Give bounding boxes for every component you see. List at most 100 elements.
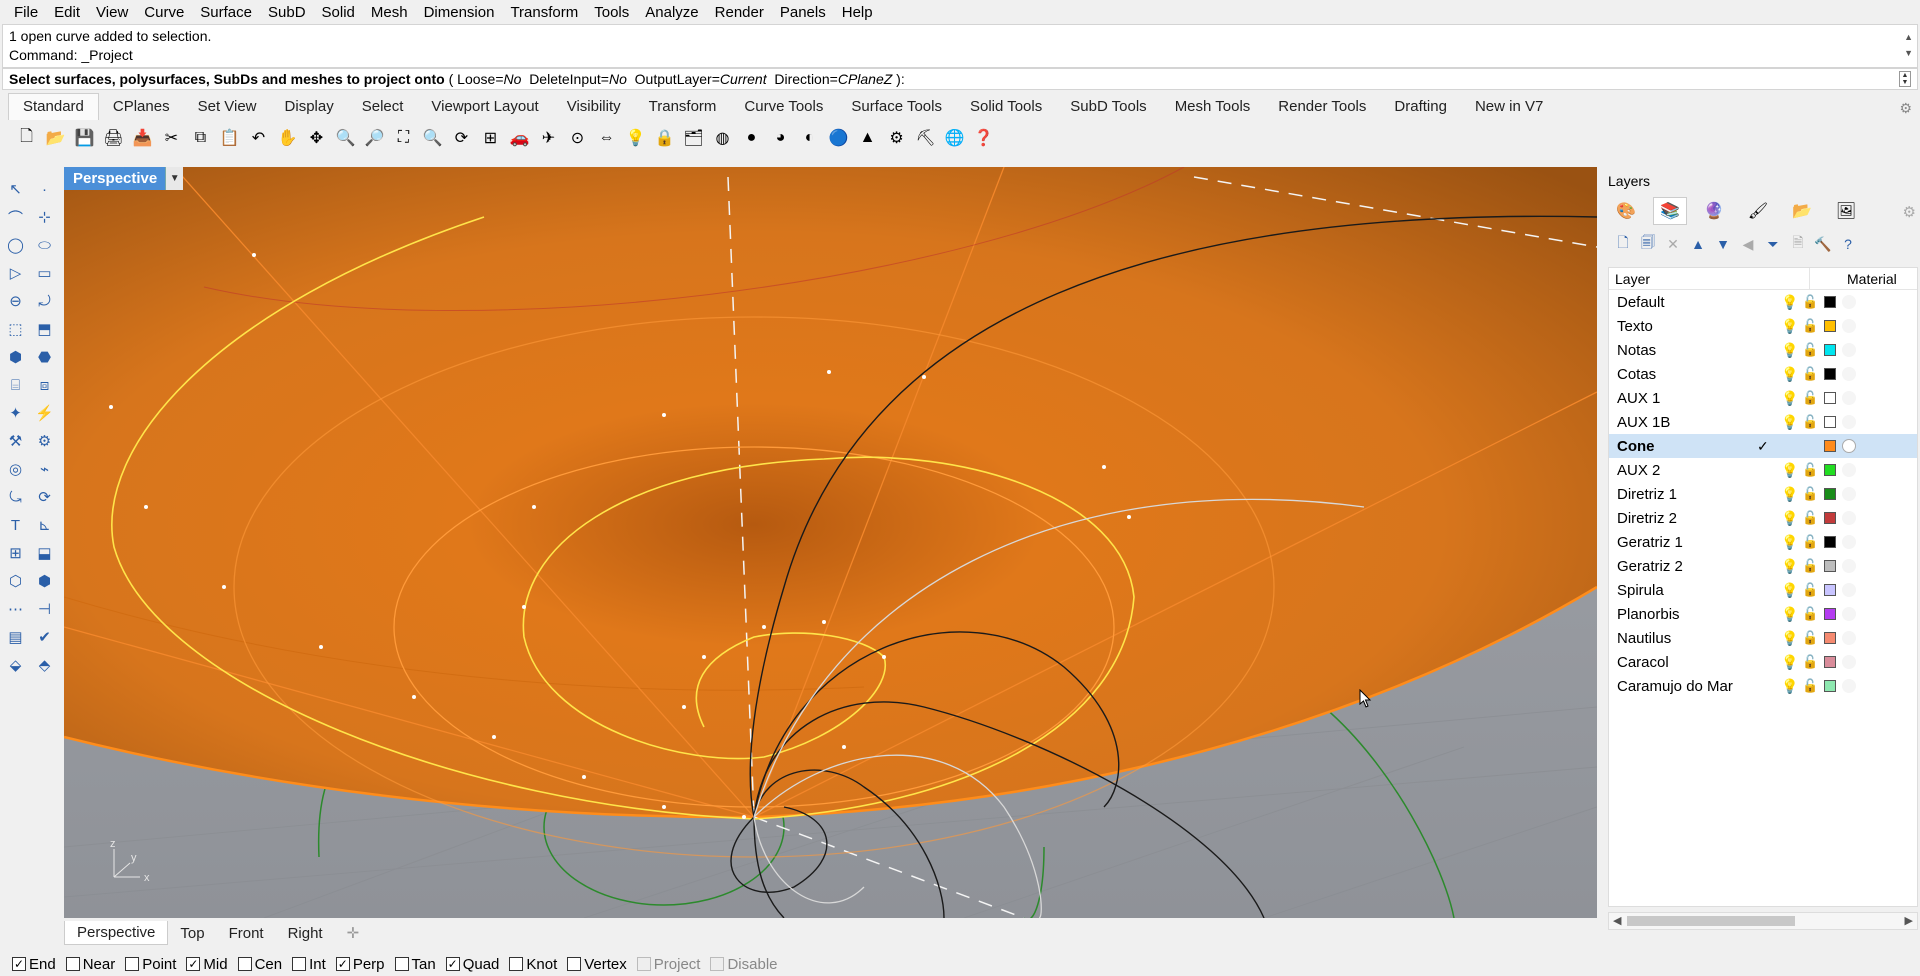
layer-name[interactable]: Cotas xyxy=(1609,366,1769,383)
sphere-shaded-icon[interactable]: ● xyxy=(739,126,764,151)
palette-tool-16-0-icon[interactable]: ▤ xyxy=(2,624,29,650)
visibility-bulb-icon[interactable]: 💡 xyxy=(1781,510,1798,527)
visibility-bulb-icon[interactable]: 💡 xyxy=(1781,366,1798,383)
tab-visibility[interactable]: Visibility xyxy=(553,94,635,120)
copy-icon[interactable]: ⧉ xyxy=(188,126,213,151)
perspective-viewport[interactable]: Perspective ▼ z y x xyxy=(64,167,1597,918)
import-icon[interactable]: 📥 xyxy=(130,126,155,151)
layer-color-swatch[interactable] xyxy=(1824,368,1836,380)
layer-material-icon[interactable] xyxy=(1842,679,1856,693)
viewport-menu-arrow-icon[interactable]: ▼ xyxy=(165,167,184,190)
palette-tool-8-1-icon[interactable]: ⚡ xyxy=(31,400,58,426)
layer-color-swatch[interactable] xyxy=(1824,584,1836,596)
lock-icon[interactable]: 🔓 xyxy=(1802,366,1818,382)
palette-tool-15-0-icon[interactable]: ⋯ xyxy=(2,596,29,622)
osnap-tan[interactable]: Tan xyxy=(394,956,436,973)
osnap-mid-checkbox[interactable]: ✓ xyxy=(186,957,201,971)
paste-icon[interactable]: 📋 xyxy=(217,126,242,151)
visibility-bulb-icon[interactable]: 💡 xyxy=(1781,294,1798,311)
materials-tab-icon[interactable]: 🖌 xyxy=(1741,197,1775,225)
rotate-view-icon[interactable]: ⟳ xyxy=(449,126,474,151)
column-material[interactable]: Material xyxy=(1841,271,1917,287)
lock-icon[interactable]: 🔓 xyxy=(1802,630,1818,646)
zoom-selected-icon[interactable]: 🔍 xyxy=(420,126,445,151)
prompt-spin-button[interactable]: ▲ ▼ xyxy=(1899,71,1911,87)
option-direction[interactable]: Direction=CPlaneZ xyxy=(774,71,892,87)
palette-tool-0-0-icon[interactable]: ↖ xyxy=(2,176,29,202)
tab-display[interactable]: Display xyxy=(271,94,348,120)
tools-icon[interactable]: 🔨 xyxy=(1813,233,1833,255)
palette-tool-10-0-icon[interactable]: ◎ xyxy=(2,456,29,482)
layer-color-swatch[interactable] xyxy=(1824,344,1836,356)
layer-horizontal-scrollbar[interactable]: ◀ ▶ xyxy=(1608,912,1918,930)
layer-material-icon[interactable] xyxy=(1842,463,1856,477)
tab-curve-tools[interactable]: Curve Tools xyxy=(730,94,837,120)
lock-icon[interactable]: 🔓 xyxy=(1802,678,1818,694)
layer-material-icon[interactable] xyxy=(1842,487,1856,501)
print-icon[interactable]: 🖨 xyxy=(101,126,126,151)
tab-mesh-tools[interactable]: Mesh Tools xyxy=(1161,94,1265,120)
tab-set-view[interactable]: Set View xyxy=(184,94,271,120)
layer-color-swatch[interactable] xyxy=(1824,464,1836,476)
palette-tool-7-0-icon[interactable]: ⌸ xyxy=(2,372,29,398)
option-loose[interactable]: Loose=No xyxy=(457,71,521,87)
tool-icon[interactable]: ⛏ xyxy=(913,126,938,151)
layer-material-icon[interactable] xyxy=(1842,583,1856,597)
osnap-disable[interactable]: Disable xyxy=(710,956,778,973)
palette-tool-14-1-icon[interactable]: ⬢ xyxy=(31,568,58,594)
osnap-end[interactable]: ✓ End xyxy=(12,956,56,973)
layer-name[interactable]: Caracol xyxy=(1609,654,1769,671)
menu-render[interactable]: Render xyxy=(707,4,772,21)
sphere-rendered-icon[interactable]: ◕ xyxy=(768,126,793,151)
four-views-icon[interactable]: ⊞ xyxy=(478,126,503,151)
history-scroll[interactable]: ▲ ▼ xyxy=(1904,29,1913,61)
palette-tool-14-0-icon[interactable]: ⬡ xyxy=(2,568,29,594)
lock-icon[interactable]: 🔒 xyxy=(652,126,677,151)
palette-tool-3-0-icon[interactable]: ▷ xyxy=(2,260,29,286)
plane-icon[interactable]: ✈ xyxy=(536,126,561,151)
tab-transform[interactable]: Transform xyxy=(635,94,731,120)
layer-name[interactable]: Planorbis xyxy=(1609,606,1769,623)
tab-standard[interactable]: Standard xyxy=(8,93,99,120)
menu-tools[interactable]: Tools xyxy=(586,4,637,21)
menu-transform[interactable]: Transform xyxy=(502,4,586,21)
move-up-icon[interactable]: ▲ xyxy=(1688,233,1708,255)
tab-new-in-v7[interactable]: New in V7 xyxy=(1461,94,1557,120)
menu-panels[interactable]: Panels xyxy=(772,4,834,21)
layer-name[interactable]: AUX 2 xyxy=(1609,462,1769,479)
zoom-window-icon[interactable]: 🔎 xyxy=(362,126,387,151)
filter-icon[interactable]: ⏷ xyxy=(1763,233,1783,255)
osnap-point-checkbox[interactable] xyxy=(125,957,140,971)
osnap-disable-checkbox[interactable] xyxy=(710,957,725,971)
layer-color-swatch[interactable] xyxy=(1824,416,1836,428)
palette-tool-10-1-icon[interactable]: ⌁ xyxy=(31,456,58,482)
visibility-bulb-icon[interactable]: 💡 xyxy=(1781,534,1798,551)
layer-color-swatch[interactable] xyxy=(1824,320,1836,332)
osnap-project[interactable]: Project xyxy=(636,956,700,973)
layer-row[interactable]: Cone ✓ xyxy=(1609,434,1917,458)
palette-tool-4-1-icon[interactable]: ⤾ xyxy=(31,288,58,314)
osnap-mid[interactable]: ✓ Mid xyxy=(186,956,228,973)
tab-cplanes[interactable]: CPlanes xyxy=(99,94,184,120)
palette-tool-5-0-icon[interactable]: ⬚ xyxy=(2,316,29,342)
osnap-cen[interactable]: Cen xyxy=(237,956,282,973)
visibility-bulb-icon[interactable]: 💡 xyxy=(1781,486,1798,503)
layer-row[interactable]: AUX 2 💡 🔓 xyxy=(1609,458,1917,482)
point-icon[interactable]: ⊙ xyxy=(565,126,590,151)
palette-tool-15-1-icon[interactable]: ⊣ xyxy=(31,596,58,622)
osnap-vertex[interactable]: Vertex xyxy=(567,956,627,973)
layer-row[interactable]: Diretriz 1 💡 🔓 xyxy=(1609,482,1917,506)
layer-color-swatch[interactable] xyxy=(1824,656,1836,668)
lock-icon[interactable]: 🔓 xyxy=(1802,510,1818,526)
layer-color-swatch[interactable] xyxy=(1824,680,1836,692)
layer-name[interactable]: Geratriz 2 xyxy=(1609,558,1769,575)
layer-row[interactable]: AUX 1 💡 🔓 xyxy=(1609,386,1917,410)
menu-edit[interactable]: Edit xyxy=(46,4,88,21)
layer-row[interactable]: Notas 💡 🔓 xyxy=(1609,338,1917,362)
move-down-icon[interactable]: ▼ xyxy=(1713,233,1733,255)
lock-icon[interactable]: 🔓 xyxy=(1802,606,1818,622)
palette-tool-5-1-icon[interactable]: ⬒ xyxy=(31,316,58,342)
layer-row[interactable]: Geratriz 1 💡 🔓 xyxy=(1609,530,1917,554)
palette-tool-6-0-icon[interactable]: ⬢ xyxy=(2,344,29,370)
layer-name[interactable]: Diretriz 2 xyxy=(1609,510,1769,527)
